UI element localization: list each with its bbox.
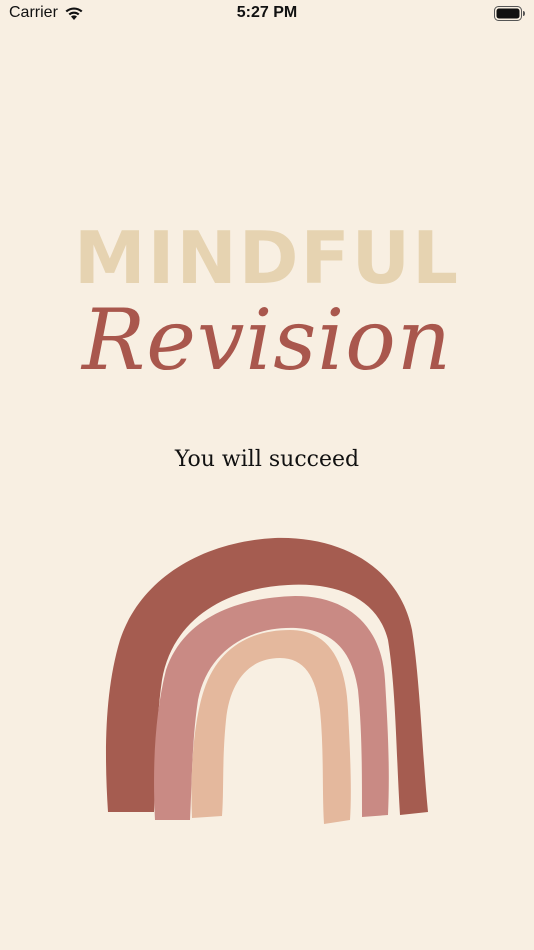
- title-revision: Revision: [82, 291, 452, 389]
- rainbow-illustration: [105, 537, 428, 824]
- rainbow-middle-arch: [154, 596, 389, 820]
- status-bar: Carrier 5:27 PM: [0, 0, 534, 28]
- tagline: You will succeed: [174, 447, 360, 472]
- app-screen: Carrier 5:27 PM MINDFUL Revision You wil…: [0, 0, 534, 950]
- status-time: 5:27 PM: [236, 4, 298, 21]
- battery-icon: [494, 6, 525, 21]
